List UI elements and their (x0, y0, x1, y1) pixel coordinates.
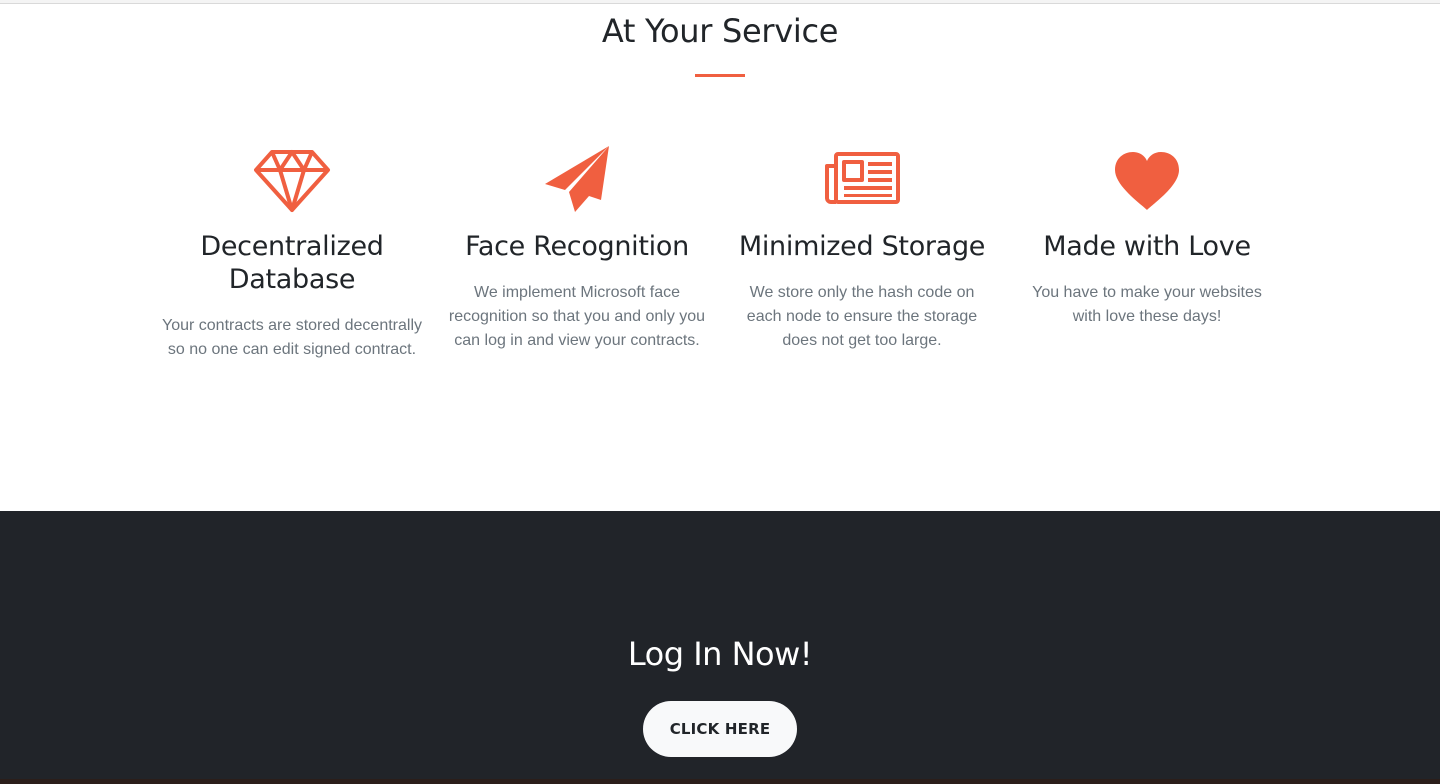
login-call-to-action: Log In Now! CLICK HERE (0, 511, 1440, 784)
paper-plane-icon (545, 146, 609, 212)
heart-icon (1115, 152, 1179, 210)
feature-description: You have to make your websites with love… (1032, 284, 1262, 325)
feature-title: Made with Love (1043, 231, 1251, 262)
feature-description: Your contracts are stored decentrally so… (162, 317, 422, 358)
feature-made-with-love: Made with Love You have to make your web… (1017, 144, 1277, 329)
services-section: At Your Service Decentralized Database Y… (0, 4, 1440, 511)
cta-title: Log In Now! (627, 635, 813, 673)
section-title: At Your Service (601, 12, 839, 50)
feature-description: We store only the hash code on each node… (746, 284, 978, 349)
feature-title: Face Recognition (465, 231, 689, 262)
title-divider (695, 74, 745, 77)
feature-minimized-storage: Minimized Storage We store only the hash… (732, 144, 992, 353)
feature-decentralized-database: Decentralized Database Your contracts ar… (162, 144, 422, 362)
feature-face-recognition: Face Recognition We implement Microsoft … (447, 144, 707, 353)
feature-title: Minimized Storage (738, 231, 986, 262)
next-section-edge (0, 779, 1440, 784)
newspaper-icon (825, 152, 900, 204)
diamond-icon (254, 150, 330, 212)
feature-title: Decentralized Database (200, 231, 384, 295)
feature-description: We implement Microsoft face recognition … (448, 284, 706, 349)
click-here-button[interactable]: CLICK HERE (643, 701, 797, 757)
